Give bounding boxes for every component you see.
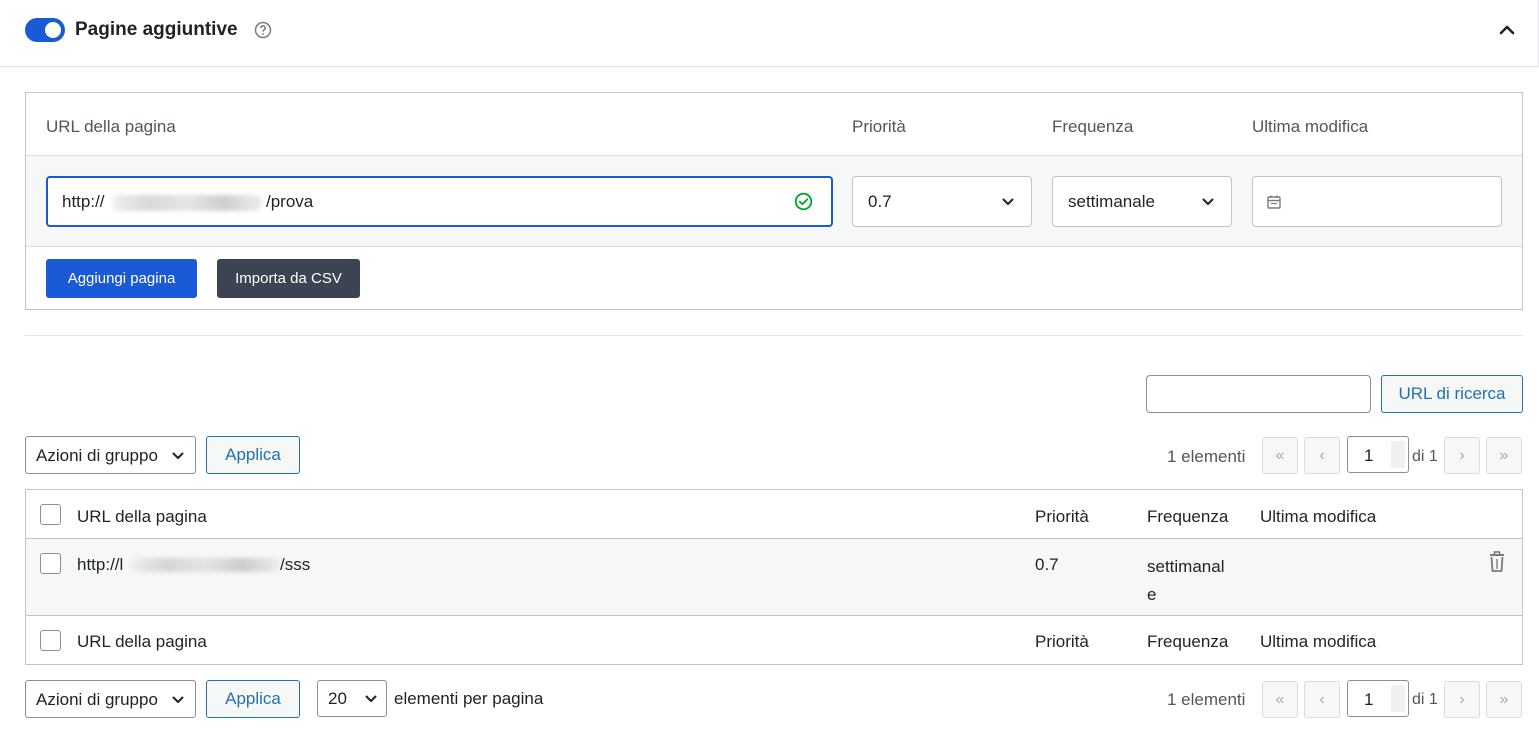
per-page-select[interactable]: 20 — [317, 680, 387, 717]
section-title: Pagine aggiuntive — [75, 19, 238, 40]
current-page-input-bottom[interactable]: 1 — [1347, 680, 1409, 717]
trash-icon[interactable] — [1488, 551, 1506, 573]
row-url-prefix[interactable]: http://l — [77, 555, 123, 575]
tf-priority[interactable]: Priorità — [1035, 632, 1089, 652]
total-pages-label-top: di 1 — [1412, 448, 1438, 465]
next-page-button-top[interactable]: › — [1444, 437, 1480, 474]
apply-button-top[interactable]: Applica — [206, 436, 300, 474]
form-input-row: http:// /prova 0.7 settimanale — [26, 156, 1522, 247]
last-page-button-top[interactable]: » — [1486, 437, 1522, 474]
frequency-value: settimanale — [1068, 192, 1155, 211]
col-url-label: URL della pagina — [46, 117, 176, 136]
current-page-input-top[interactable]: 1 — [1347, 436, 1409, 473]
items-count-bottom: 1 elementi — [1167, 690, 1246, 709]
chevron-down-icon — [365, 695, 377, 702]
first-page-button-top[interactable]: « — [1262, 437, 1298, 474]
redacted-domain — [130, 558, 280, 572]
table-footer: URL della pagina Priorità Frequenza Ulti… — [26, 616, 1522, 664]
row-priority: 0.7 — [1035, 555, 1059, 574]
add-page-form: URL della pagina Priorità Frequenza Ulti… — [25, 92, 1523, 310]
page-spinner[interactable] — [1391, 441, 1405, 468]
bulk-actions-label: Azioni di gruppo — [36, 690, 158, 709]
next-page-button-bottom[interactable]: › — [1444, 681, 1480, 718]
per-page-label: elementi per pagina — [394, 689, 544, 708]
table-header: URL della pagina Priorità Frequenza Ulti… — [26, 490, 1522, 539]
page-spinner[interactable] — [1391, 685, 1405, 712]
add-page-button[interactable]: Aggiungi pagina — [46, 259, 197, 298]
chevron-down-icon — [1002, 198, 1014, 205]
th-lastmod[interactable]: Ultima modifica — [1260, 507, 1376, 527]
pages-table: URL della pagina Priorità Frequenza Ulti… — [25, 489, 1523, 665]
bulk-actions-select-bottom[interactable]: Azioni di gruppo — [25, 680, 196, 718]
row-frequency: settimanale — [1147, 557, 1225, 604]
redacted-domain — [112, 195, 262, 211]
bulk-actions-select-top[interactable]: Azioni di gruppo — [25, 436, 196, 474]
col-lastmod-label: Ultima modifica — [1252, 117, 1369, 136]
select-all-checkbox[interactable] — [40, 504, 61, 525]
section-toggle[interactable] — [25, 18, 65, 42]
th-frequency[interactable]: Frequenza — [1147, 507, 1228, 527]
chevron-up-icon[interactable] — [1497, 21, 1517, 39]
form-header: URL della pagina Priorità Frequenza Ulti… — [26, 93, 1522, 156]
calendar-icon — [1267, 195, 1281, 209]
help-icon[interactable] — [254, 21, 272, 39]
row-checkbox[interactable] — [40, 553, 61, 574]
col-priority-label: Priorità — [852, 117, 906, 136]
last-page-button-bottom[interactable]: » — [1486, 681, 1522, 718]
th-priority[interactable]: Priorità — [1035, 507, 1089, 527]
search-url-button[interactable]: URL di ricerca — [1381, 375, 1523, 413]
current-page-value: 1 — [1364, 446, 1374, 465]
last-modified-input[interactable] — [1252, 176, 1502, 227]
per-page-value: 20 — [328, 689, 347, 708]
prev-page-button-top[interactable]: ‹ — [1304, 437, 1340, 474]
prev-page-button-bottom[interactable]: ‹ — [1304, 681, 1340, 718]
tf-lastmod[interactable]: Ultima modifica — [1260, 632, 1376, 652]
priority-select[interactable]: 0.7 — [852, 176, 1032, 227]
current-page-value: 1 — [1364, 690, 1374, 709]
bulk-actions-label: Azioni di gruppo — [36, 446, 158, 465]
toggle-knob — [45, 22, 61, 38]
priority-value: 0.7 — [868, 192, 892, 211]
search-url-input[interactable] — [1146, 375, 1371, 413]
select-all-checkbox-bottom[interactable] — [40, 630, 61, 651]
apply-button-bottom[interactable]: Applica — [206, 680, 300, 718]
chevron-down-icon — [1202, 198, 1214, 205]
total-pages-label-bottom: di 1 — [1412, 691, 1438, 708]
chevron-down-icon — [172, 696, 184, 703]
page-url-input[interactable]: http:// /prova — [46, 176, 833, 227]
table-row: http://l /sss 0.7 settimanale — [26, 539, 1522, 616]
section-header: Pagine aggiuntive — [0, 0, 1539, 67]
col-frequency-label: Frequenza — [1052, 117, 1134, 136]
first-page-button-bottom[interactable]: « — [1262, 681, 1298, 718]
row-url-suffix[interactable]: /sss — [280, 555, 310, 575]
section-divider — [25, 335, 1523, 336]
url-prefix: http:// — [62, 192, 105, 211]
url-suffix: /prova — [266, 192, 314, 211]
tf-url[interactable]: URL della pagina — [77, 632, 207, 652]
chevron-down-icon — [172, 452, 184, 459]
check-circle-icon — [794, 192, 813, 211]
import-csv-button[interactable]: Importa da CSV — [217, 259, 360, 298]
frequency-select[interactable]: settimanale — [1052, 176, 1232, 227]
tf-frequency[interactable]: Frequenza — [1147, 632, 1228, 652]
items-count-top: 1 elementi — [1167, 447, 1246, 466]
th-url[interactable]: URL della pagina — [77, 507, 207, 527]
